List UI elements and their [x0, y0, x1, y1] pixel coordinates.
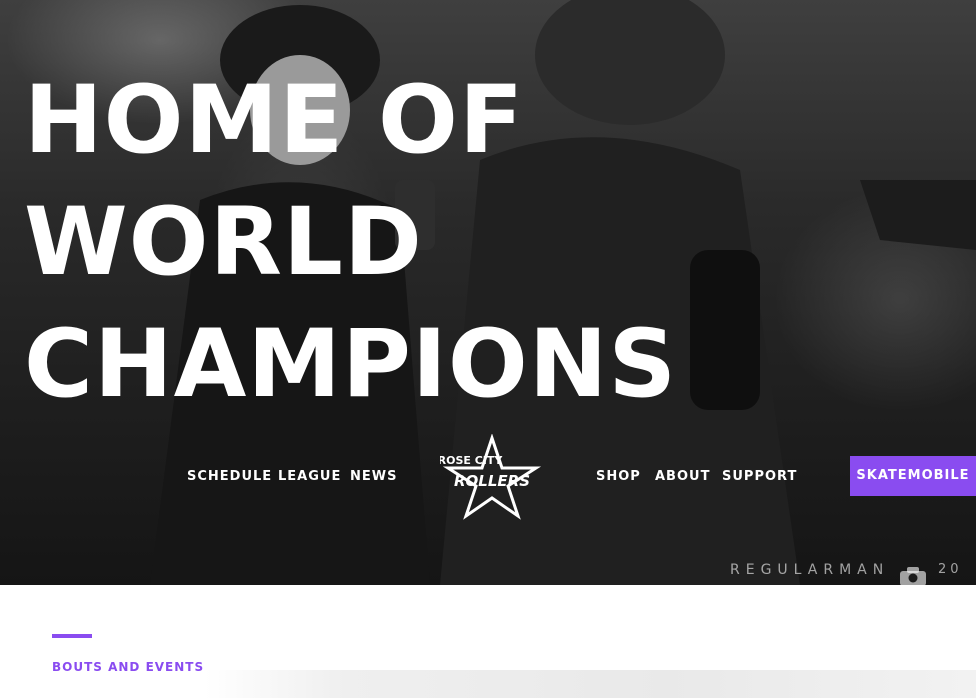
- nav-league[interactable]: LEAGUE: [278, 469, 341, 484]
- camera-icon: [900, 567, 926, 585]
- photo-credit: REGULARMAN: [730, 562, 890, 578]
- logo-line-1: ROSE CITY: [440, 454, 503, 467]
- star-logo-icon: ROSE CITY ROLLERS: [438, 433, 542, 520]
- hero-title-line-3: CHAMPIONS: [24, 310, 678, 419]
- hero-banner: HOME OF WORLD CHAMPIONS SCHEDULE LEAGUE …: [0, 0, 976, 585]
- rose-city-rollers-logo[interactable]: ROSE CITY ROLLERS: [438, 433, 544, 520]
- events-carousel-edge: [205, 670, 976, 698]
- nav-schedule[interactable]: SCHEDULE: [187, 469, 272, 484]
- photo-credit-year: 20: [938, 562, 963, 577]
- section-accent-bar: [52, 634, 92, 638]
- hero-title: HOME OF WORLD CHAMPIONS: [24, 60, 677, 426]
- skatemobile-button[interactable]: SKATEMOBILE: [850, 456, 976, 496]
- hero-title-line-1: HOME OF: [24, 66, 525, 175]
- nav-about[interactable]: ABOUT: [655, 469, 710, 484]
- hero-title-line-2: WORLD: [24, 188, 423, 297]
- logo-line-2: ROLLERS: [454, 472, 530, 490]
- nav-support[interactable]: SUPPORT: [722, 469, 797, 484]
- nav-news[interactable]: NEWS: [350, 469, 397, 484]
- section-label: BOUTS AND EVENTS: [52, 660, 205, 674]
- nav-shop[interactable]: SHOP: [596, 469, 641, 484]
